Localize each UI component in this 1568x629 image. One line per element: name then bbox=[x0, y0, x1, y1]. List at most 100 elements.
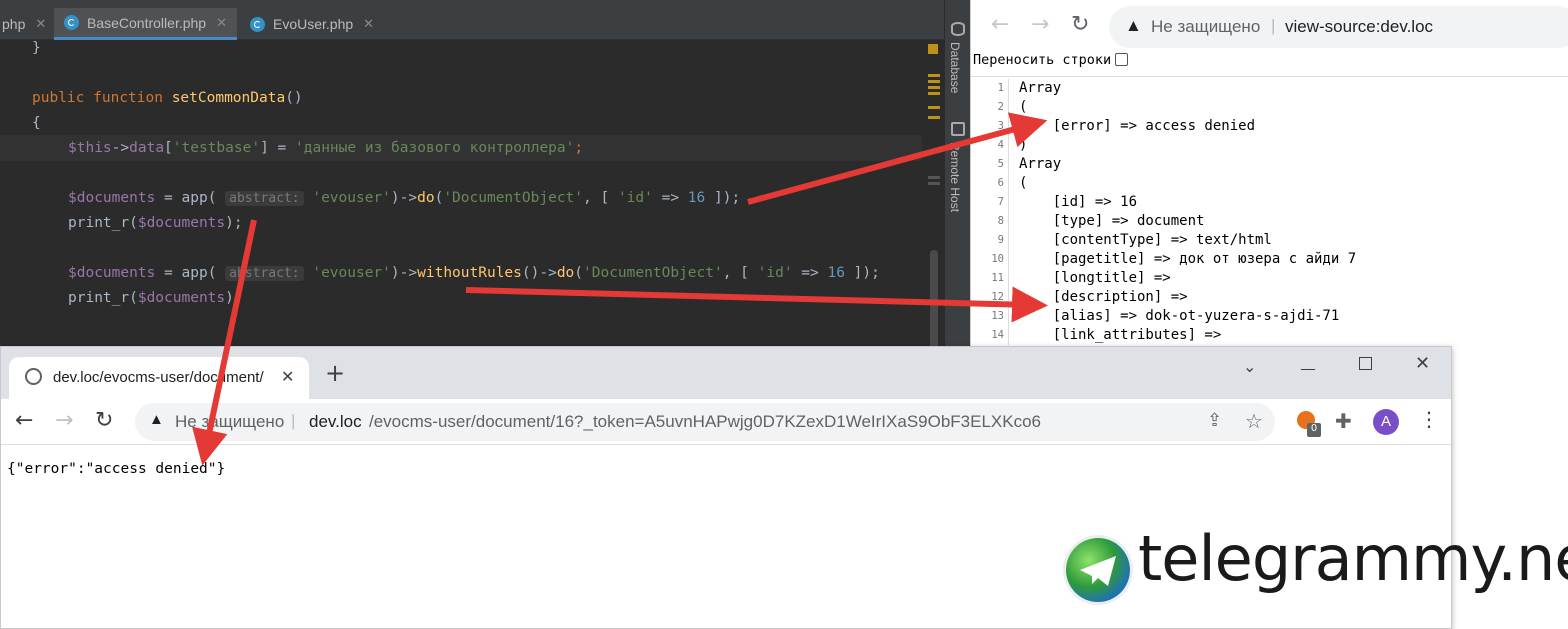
param-hint: abstract: bbox=[225, 191, 304, 206]
line-number: 8 bbox=[971, 212, 1009, 231]
warning-marker[interactable] bbox=[928, 80, 940, 83]
globe-icon bbox=[25, 368, 42, 385]
close-icon[interactable]: ✕ bbox=[35, 16, 46, 32]
line-number: 12 bbox=[971, 288, 1009, 307]
close-icon[interactable]: ✕ bbox=[363, 16, 374, 32]
view-source-browser: ← → ↻ ▲ Не защищено | view-source:dev.lo… bbox=[970, 0, 1568, 350]
maximize-icon[interactable] bbox=[1359, 357, 1372, 370]
telegram-globe-icon bbox=[1066, 538, 1130, 602]
code-line: print_r($documents); bbox=[68, 286, 243, 311]
code-line: { bbox=[32, 111, 41, 136]
source-line: [contentType] => text/html bbox=[1019, 232, 1272, 248]
source-line: ( bbox=[1019, 99, 1028, 115]
source-line: ) bbox=[1019, 137, 1028, 153]
error-stripe[interactable] bbox=[922, 40, 944, 350]
source-line: [longtitle] => bbox=[1019, 270, 1171, 286]
url-path: /evocms-user/document/16?_token=A5uvnHAP… bbox=[369, 412, 1042, 431]
separator: | bbox=[1271, 16, 1276, 35]
address-bar[interactable]: ▲ Не защищено | view-source:dev.loc bbox=[1109, 6, 1568, 48]
minimize-icon[interactable] bbox=[1301, 369, 1315, 370]
number: 16 bbox=[827, 265, 845, 281]
string: 'DocumentObject' bbox=[583, 265, 723, 281]
warning-marker[interactable] bbox=[928, 92, 940, 95]
share-icon[interactable]: ⇪ bbox=[1207, 410, 1222, 431]
source-line: [id] => 16 bbox=[1019, 194, 1138, 210]
op: ); bbox=[225, 290, 243, 306]
server-icon[interactable] bbox=[951, 122, 965, 136]
tab-label: BaseController.php bbox=[87, 14, 207, 31]
new-tab-icon[interactable]: + bbox=[325, 361, 345, 385]
tab-strip: dev.loc/evocms-user/document/ ✕ + ⌄ ✕ bbox=[1, 347, 1451, 399]
php-class-icon bbox=[64, 15, 79, 30]
back-icon[interactable]: ← bbox=[991, 12, 1009, 37]
op: ( bbox=[574, 265, 584, 281]
op: , [ bbox=[722, 265, 758, 281]
variable: $documents bbox=[137, 215, 226, 231]
separator: | bbox=[291, 411, 296, 430]
warning-marker[interactable] bbox=[928, 74, 940, 77]
param-hint: abstract: bbox=[225, 266, 304, 281]
reload-icon[interactable]: ↻ bbox=[95, 408, 113, 433]
wrap-label: Переносить строки bbox=[973, 52, 1112, 68]
remote-host-panel-label[interactable]: Remote Host bbox=[948, 142, 962, 212]
editor-tab-bar: php ✕ BaseController.php ✕ EvoUser.php ✕ bbox=[0, 0, 944, 40]
line-number: 1 bbox=[971, 79, 1009, 98]
profile-avatar[interactable]: A bbox=[1373, 409, 1399, 435]
method-name: setCommonData bbox=[171, 90, 286, 106]
wrap-checkbox[interactable] bbox=[1115, 53, 1129, 66]
scrollbar-thumb[interactable] bbox=[930, 250, 938, 350]
menu-kebab-icon[interactable]: ⋮ bbox=[1419, 407, 1439, 431]
op: , [ bbox=[583, 190, 618, 206]
op: ()-> bbox=[521, 265, 557, 281]
line-number: 5 bbox=[971, 155, 1009, 174]
scroll-marker bbox=[928, 182, 940, 185]
tab-title: dev.loc/evocms-user/document/ bbox=[53, 369, 264, 386]
call: print_r( bbox=[68, 290, 138, 306]
string: 'id' bbox=[617, 190, 653, 206]
database-panel-label[interactable]: Database bbox=[948, 42, 962, 93]
json-response: {"error":"access denied"} bbox=[7, 461, 226, 477]
url-text: view-source:dev.loc bbox=[1285, 17, 1434, 36]
extension-badge: 0 bbox=[1307, 423, 1321, 437]
close-window-icon[interactable]: ✕ bbox=[1415, 353, 1430, 374]
back-icon[interactable]: ← bbox=[15, 408, 33, 433]
warning-marker[interactable] bbox=[928, 116, 940, 119]
string: 'id' bbox=[757, 265, 793, 281]
forward-icon[interactable]: → bbox=[1031, 12, 1049, 37]
source-line: [pagetitle] => док от юзера с айди 7 bbox=[1019, 251, 1357, 267]
tool-window-bar: Database Remote Host bbox=[944, 0, 970, 350]
code-area[interactable]: } public function setCommonData() { $thi… bbox=[0, 40, 928, 350]
bookmark-star-icon[interactable]: ☆ bbox=[1245, 409, 1263, 434]
warning-marker[interactable] bbox=[928, 106, 940, 109]
extensions-puzzle-icon[interactable]: ✚ bbox=[1335, 409, 1352, 433]
line-number: 4 bbox=[971, 136, 1009, 155]
line-number: 6 bbox=[971, 174, 1009, 193]
code-line: $documents = app( abstract: 'evouser')->… bbox=[68, 261, 880, 286]
tab-active[interactable]: dev.loc/evocms-user/document/ ✕ bbox=[9, 357, 309, 399]
warning-marker[interactable] bbox=[928, 86, 940, 89]
warning-icon[interactable]: ▲ bbox=[1125, 16, 1142, 36]
tab-evouser[interactable]: EvoUser.php ✕ bbox=[250, 8, 374, 40]
database-icon[interactable] bbox=[951, 22, 965, 36]
warning-marker[interactable] bbox=[928, 44, 938, 54]
warning-icon[interactable]: ▲ bbox=[149, 411, 164, 428]
variable: $documents bbox=[68, 265, 156, 281]
op: )-> bbox=[390, 265, 418, 281]
address-bar[interactable]: ▲ Не защищено | dev.loc /evocms-user/doc… bbox=[135, 403, 1275, 441]
close-tab-icon[interactable]: ✕ bbox=[281, 367, 294, 386]
close-icon[interactable]: ✕ bbox=[216, 15, 227, 31]
line-number: 10 bbox=[971, 250, 1009, 269]
op: -> bbox=[111, 140, 130, 156]
line-number: 11 bbox=[971, 269, 1009, 288]
call: = app( bbox=[155, 190, 217, 206]
toolbar: ← → ↻ ▲ Не защищено | view-source:dev.lo… bbox=[971, 0, 1568, 52]
string: 'testbase' bbox=[172, 140, 261, 156]
forward-icon[interactable]: → bbox=[55, 408, 73, 433]
source-line: [error] => access denied bbox=[1019, 118, 1256, 134]
op: ]); bbox=[705, 190, 741, 206]
tab-basecontroller[interactable]: BaseController.php ✕ bbox=[54, 8, 237, 40]
op: => bbox=[652, 190, 688, 206]
tab-search-icon[interactable]: ⌄ bbox=[1243, 357, 1256, 376]
reload-icon[interactable]: ↻ bbox=[1071, 12, 1089, 37]
source-line: ( bbox=[1019, 175, 1028, 191]
